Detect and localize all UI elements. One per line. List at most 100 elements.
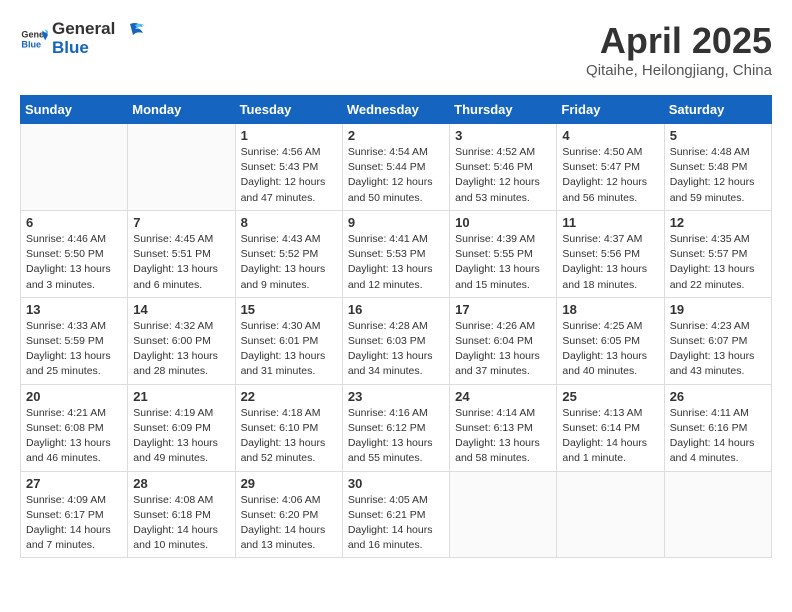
day-info: Sunrise: 4:14 AMSunset: 6:13 PMDaylight:… <box>455 406 551 467</box>
page-header: General Blue General Blue April 2025 Qit… <box>20 20 772 79</box>
calendar-cell: 24 Sunrise: 4:14 AMSunset: 6:13 PMDayligh… <box>450 384 557 471</box>
day-info: Sunrise: 4:50 AMSunset: 5:47 PMDaylight:… <box>562 145 658 206</box>
calendar-cell <box>664 471 771 558</box>
calendar-cell: 2 Sunrise: 4:54 AMSunset: 5:44 PMDaylight… <box>342 124 449 211</box>
day-number: 16 <box>348 302 444 317</box>
day-info: Sunrise: 4:33 AMSunset: 5:59 PMDaylight:… <box>26 319 122 380</box>
calendar-cell: 9 Sunrise: 4:41 AMSunset: 5:53 PMDaylight… <box>342 210 449 297</box>
day-number: 30 <box>348 476 444 491</box>
logo-general: General <box>52 20 115 39</box>
day-number: 22 <box>241 389 337 404</box>
day-number: 29 <box>241 476 337 491</box>
day-info: Sunrise: 4:54 AMSunset: 5:44 PMDaylight:… <box>348 145 444 206</box>
day-number: 5 <box>670 128 766 143</box>
calendar-cell: 1 Sunrise: 4:56 AMSunset: 5:43 PMDaylight… <box>235 124 342 211</box>
calendar-cell: 15 Sunrise: 4:30 AMSunset: 6:01 PMDayligh… <box>235 297 342 384</box>
day-number: 26 <box>670 389 766 404</box>
day-info: Sunrise: 4:30 AMSunset: 6:01 PMDaylight:… <box>241 319 337 380</box>
day-info: Sunrise: 4:46 AMSunset: 5:50 PMDaylight:… <box>26 232 122 293</box>
day-info: Sunrise: 4:06 AMSunset: 6:20 PMDaylight:… <box>241 493 337 554</box>
calendar-cell <box>450 471 557 558</box>
day-number: 20 <box>26 389 122 404</box>
weekday-header-thursday: Thursday <box>450 96 557 124</box>
day-number: 2 <box>348 128 444 143</box>
calendar-week-row: 27 Sunrise: 4:09 AMSunset: 6:17 PMDayligh… <box>21 471 772 558</box>
day-number: 19 <box>670 302 766 317</box>
day-info: Sunrise: 4:25 AMSunset: 6:05 PMDaylight:… <box>562 319 658 380</box>
calendar-cell: 28 Sunrise: 4:08 AMSunset: 6:18 PMDayligh… <box>128 471 235 558</box>
day-info: Sunrise: 4:19 AMSunset: 6:09 PMDaylight:… <box>133 406 229 467</box>
day-info: Sunrise: 4:09 AMSunset: 6:17 PMDaylight:… <box>26 493 122 554</box>
day-number: 23 <box>348 389 444 404</box>
calendar-cell: 7 Sunrise: 4:45 AMSunset: 5:51 PMDaylight… <box>128 210 235 297</box>
calendar-cell: 16 Sunrise: 4:28 AMSunset: 6:03 PMDayligh… <box>342 297 449 384</box>
weekday-header-wednesday: Wednesday <box>342 96 449 124</box>
day-number: 27 <box>26 476 122 491</box>
day-number: 28 <box>133 476 229 491</box>
day-number: 4 <box>562 128 658 143</box>
day-number: 14 <box>133 302 229 317</box>
day-info: Sunrise: 4:26 AMSunset: 6:04 PMDaylight:… <box>455 319 551 380</box>
calendar-cell <box>128 124 235 211</box>
day-info: Sunrise: 4:39 AMSunset: 5:55 PMDaylight:… <box>455 232 551 293</box>
calendar-cell: 19 Sunrise: 4:23 AMSunset: 6:07 PMDayligh… <box>664 297 771 384</box>
day-number: 3 <box>455 128 551 143</box>
day-number: 24 <box>455 389 551 404</box>
logo: General Blue General Blue <box>20 20 145 57</box>
day-number: 18 <box>562 302 658 317</box>
weekday-header-sunday: Sunday <box>21 96 128 124</box>
calendar-week-row: 20Sunrise: 4:21 AMSunset: 6:08 PMDayligh… <box>21 384 772 471</box>
calendar-cell: 27 Sunrise: 4:09 AMSunset: 6:17 PMDayligh… <box>21 471 128 558</box>
month-year-title: April 2025 <box>586 20 772 62</box>
calendar-cell: 5 Sunrise: 4:48 AMSunset: 5:48 PMDaylight… <box>664 124 771 211</box>
day-number: 25 <box>562 389 658 404</box>
day-number: 6 <box>26 215 122 230</box>
svg-text:Blue: Blue <box>21 39 41 49</box>
logo-bird-icon <box>115 19 145 49</box>
day-info: Sunrise: 4:56 AMSunset: 5:43 PMDaylight:… <box>241 145 337 206</box>
weekday-header-monday: Monday <box>128 96 235 124</box>
logo-icon: General Blue <box>20 25 48 53</box>
day-number: 17 <box>455 302 551 317</box>
calendar-cell: 14 Sunrise: 4:32 AMSunset: 6:00 PMDayligh… <box>128 297 235 384</box>
day-number: 12 <box>670 215 766 230</box>
calendar-week-row: 1 Sunrise: 4:56 AMSunset: 5:43 PMDaylight… <box>21 124 772 211</box>
calendar-cell: 20Sunrise: 4:21 AMSunset: 6:08 PMDayligh… <box>21 384 128 471</box>
day-number: 7 <box>133 215 229 230</box>
day-info: Sunrise: 4:32 AMSunset: 6:00 PMDaylight:… <box>133 319 229 380</box>
day-info: Sunrise: 4:45 AMSunset: 5:51 PMDaylight:… <box>133 232 229 293</box>
calendar-cell: 11Sunrise: 4:37 AMSunset: 5:56 PMDayligh… <box>557 210 664 297</box>
calendar-week-row: 6 Sunrise: 4:46 AMSunset: 5:50 PMDaylight… <box>21 210 772 297</box>
day-info: Sunrise: 4:13 AMSunset: 6:14 PMDaylight:… <box>562 406 658 467</box>
day-info: Sunrise: 4:52 AMSunset: 5:46 PMDaylight:… <box>455 145 551 206</box>
calendar-cell <box>557 471 664 558</box>
day-number: 9 <box>348 215 444 230</box>
calendar-cell: 6 Sunrise: 4:46 AMSunset: 5:50 PMDaylight… <box>21 210 128 297</box>
day-info: Sunrise: 4:28 AMSunset: 6:03 PMDaylight:… <box>348 319 444 380</box>
calendar-table: SundayMondayTuesdayWednesdayThursdayFrid… <box>20 95 772 558</box>
calendar-cell: 13Sunrise: 4:33 AMSunset: 5:59 PMDayligh… <box>21 297 128 384</box>
day-number: 21 <box>133 389 229 404</box>
calendar-cell: 22 Sunrise: 4:18 AMSunset: 6:10 PMDayligh… <box>235 384 342 471</box>
day-info: Sunrise: 4:35 AMSunset: 5:57 PMDaylight:… <box>670 232 766 293</box>
calendar-cell: 21 Sunrise: 4:19 AMSunset: 6:09 PMDayligh… <box>128 384 235 471</box>
day-info: Sunrise: 4:11 AMSunset: 6:16 PMDaylight:… <box>670 406 766 467</box>
calendar-cell: 23Sunrise: 4:16 AMSunset: 6:12 PMDayligh… <box>342 384 449 471</box>
day-number: 1 <box>241 128 337 143</box>
calendar-cell: 25 Sunrise: 4:13 AMSunset: 6:14 PMDayligh… <box>557 384 664 471</box>
day-info: Sunrise: 4:23 AMSunset: 6:07 PMDaylight:… <box>670 319 766 380</box>
calendar-cell: 30 Sunrise: 4:05 AMSunset: 6:21 PMDayligh… <box>342 471 449 558</box>
day-info: Sunrise: 4:05 AMSunset: 6:21 PMDaylight:… <box>348 493 444 554</box>
day-number: 11 <box>562 215 658 230</box>
day-number: 15 <box>241 302 337 317</box>
day-info: Sunrise: 4:48 AMSunset: 5:48 PMDaylight:… <box>670 145 766 206</box>
weekday-header-row: SundayMondayTuesdayWednesdayThursdayFrid… <box>21 96 772 124</box>
day-info: Sunrise: 4:08 AMSunset: 6:18 PMDaylight:… <box>133 493 229 554</box>
location-subtitle: Qitaihe, Heilongjiang, China <box>586 62 772 79</box>
day-info: Sunrise: 4:18 AMSunset: 6:10 PMDaylight:… <box>241 406 337 467</box>
calendar-cell: 17 Sunrise: 4:26 AMSunset: 6:04 PMDayligh… <box>450 297 557 384</box>
weekday-header-tuesday: Tuesday <box>235 96 342 124</box>
weekday-header-friday: Friday <box>557 96 664 124</box>
logo-blue: Blue <box>52 39 115 58</box>
day-info: Sunrise: 4:41 AMSunset: 5:53 PMDaylight:… <box>348 232 444 293</box>
